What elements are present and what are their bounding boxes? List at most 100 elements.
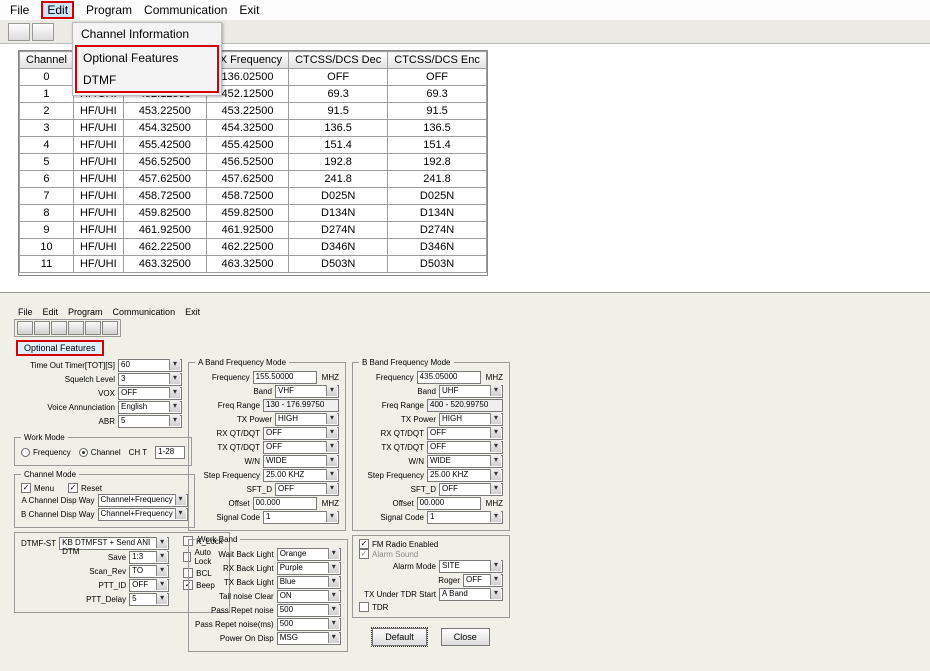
cell[interactable]: HI [486,86,488,103]
cell[interactable]: HF/UHI [73,188,123,205]
tb-btn[interactable] [68,321,84,335]
prnms-select[interactable]: 500 [277,618,341,631]
radio-channel[interactable]: Channel [79,448,121,457]
menu-dtmf[interactable]: DTMF [77,69,217,91]
cell[interactable]: 456.52500 [123,154,206,171]
cell[interactable]: 2 [20,103,74,120]
cell[interactable]: 456.52500 [206,154,288,171]
menu2-file[interactable]: File [18,307,33,317]
a-sftd-select[interactable]: OFF [275,483,339,496]
b-rxqt-select[interactable]: OFF [427,427,503,440]
cell[interactable]: HI [486,171,488,188]
rxbl-select[interactable]: Purple [277,562,341,575]
tb-btn[interactable] [85,321,101,335]
cell[interactable]: 459.82500 [123,205,206,222]
menu-file[interactable]: File [10,3,29,17]
a-freq-input[interactable]: 155.50000 [253,371,317,384]
cell[interactable]: HI [486,103,488,120]
cell[interactable]: 455.42500 [123,137,206,154]
cell[interactable]: D134N [289,205,388,222]
cell[interactable]: 459.82500 [206,205,288,222]
cell[interactable]: D503N [289,256,388,273]
bdw-select[interactable]: Channel+Frequency [98,508,188,521]
a-wn-select[interactable]: WIDE [263,455,339,468]
b-txp-select[interactable]: HIGH [439,413,503,426]
cht-input[interactable]: 1-28 [155,446,185,459]
table-row[interactable]: 6HF/UHI457.62500457.62500241.8241.8HI [20,171,489,188]
cell[interactable]: HI [486,137,488,154]
prn-select[interactable]: 500 [277,604,341,617]
menu-optional-features[interactable]: Optional Features [77,47,217,69]
cell[interactable]: 241.8 [289,171,388,188]
tb-btn[interactable] [17,321,33,335]
chk-fm[interactable]: FM Radio Enabled [359,539,503,549]
cell[interactable]: 4 [20,137,74,154]
cell[interactable]: 3 [20,120,74,137]
table-row[interactable]: 10HF/UHI462.22500462.22500D346ND346NHI [20,239,489,256]
cell[interactable]: 457.62500 [123,171,206,188]
cell[interactable]: 91.5 [388,103,487,120]
cell[interactable]: HI [486,222,488,239]
close-button[interactable]: Close [441,628,490,646]
cell[interactable]: D503N [388,256,487,273]
a-off-input[interactable]: 00.000 [253,497,317,510]
a-txqt-select[interactable]: OFF [263,441,339,454]
b-txqt-select[interactable]: OFF [427,441,503,454]
cell[interactable]: OFF [289,69,388,86]
table-row[interactable]: 11HF/UHI463.32500463.32500D503ND503NHI [20,256,489,273]
col-header[interactable]: CTCSS/DCS Enc [388,52,487,69]
a-step-select[interactable]: 25.00 KHZ [263,469,339,482]
vox-select[interactable]: OFF [118,387,182,400]
b-sig-select[interactable]: 1 [427,511,503,524]
a-rxqt-select[interactable]: OFF [263,427,339,440]
cell[interactable]: 11 [20,256,74,273]
cell[interactable]: D025N [289,188,388,205]
table-row[interactable]: 8HF/UHI459.82500459.82500D134ND134NHI [20,205,489,222]
cell[interactable]: 241.8 [388,171,487,188]
adw-select[interactable]: Channel+Frequency [98,494,188,507]
ptt-select[interactable]: OFF [129,579,169,592]
cell[interactable]: D346N [388,239,487,256]
menu-exit[interactable]: Exit [239,3,259,17]
menu2-communication[interactable]: Communication [113,307,176,317]
chk-tdr[interactable]: TDR [359,602,503,612]
cell[interactable]: 91.5 [289,103,388,120]
cell[interactable]: D274N [289,222,388,239]
txbl-select[interactable]: Blue [277,576,341,589]
va-select[interactable]: English [118,401,182,414]
cell[interactable]: 10 [20,239,74,256]
cell[interactable]: HI [486,239,488,256]
toolbar-button[interactable] [8,23,30,41]
cell[interactable]: 463.32500 [123,256,206,273]
am-select[interactable]: SITE [439,560,503,573]
cell[interactable]: HF/UHI [73,137,123,154]
tb-btn[interactable] [51,321,67,335]
table-row[interactable]: 4HF/UHI455.42500455.42500151.4151.4HI [20,137,489,154]
col-header[interactable]: CTCSS/DCS Dec [289,52,388,69]
cell[interactable]: HI [486,69,488,86]
a-band-select[interactable]: VHF [275,385,339,398]
chk-reset[interactable]: Reset [68,483,102,493]
cell[interactable]: 458.72500 [123,188,206,205]
b-step-select[interactable]: 25.00 KHZ [427,469,503,482]
menu-communication[interactable]: Communication [144,3,227,17]
cell[interactable]: HF/UHI [73,120,123,137]
b-freq-input[interactable]: 435.05000 [417,371,481,384]
menu-program[interactable]: Program [86,3,132,17]
cell[interactable]: 0 [20,69,74,86]
save-select[interactable]: 1:3 [129,551,169,564]
table-row[interactable]: 3HF/UHI454.32500454.32500136.5136.5HI [20,120,489,137]
chk-menu[interactable]: Menu [21,483,54,493]
cell[interactable]: 462.22500 [206,239,288,256]
cell[interactable]: 136.5 [289,120,388,137]
cell[interactable]: D134N [388,205,487,222]
cell[interactable]: 5 [20,154,74,171]
b-wn-select[interactable]: WIDE [427,455,503,468]
menu-edit[interactable]: Edit [41,1,74,19]
cell[interactable]: 69.3 [388,86,487,103]
a-txp-select[interactable]: HIGH [275,413,339,426]
toolbar-button[interactable] [32,23,54,41]
menu2-program[interactable]: Program [68,307,103,317]
scan-select[interactable]: TO [129,565,169,578]
table-row[interactable]: 2HF/UHI453.22500453.2250091.591.5HI [20,103,489,120]
